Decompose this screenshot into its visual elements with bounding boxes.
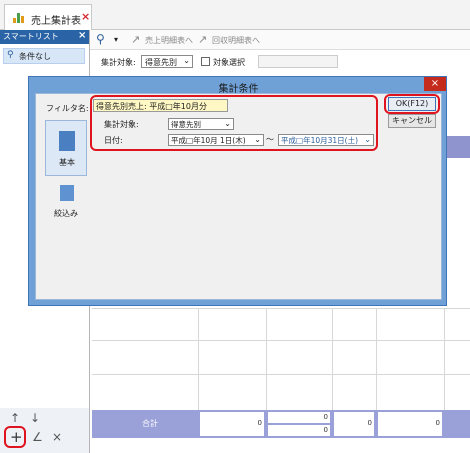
grid-line: [444, 308, 445, 410]
arrow-icon: ↗: [198, 33, 208, 46]
close-icon[interactable]: ×: [424, 77, 446, 91]
document-icon: [59, 131, 75, 151]
tab-label: 売上集計表: [31, 16, 81, 27]
smart-list-title: スマートリスト: [3, 32, 59, 41]
target-select[interactable]: 得意先別 ⌄: [141, 55, 193, 68]
tab-filter-label: 絞込み: [54, 209, 78, 218]
close-icon[interactable]: ×: [78, 30, 86, 41]
smart-list-header: スマートリスト ×: [0, 30, 89, 44]
date-from-select[interactable]: 平成□年10月 1日(木) ⌄: [168, 134, 264, 146]
add-icon[interactable]: +: [10, 428, 23, 446]
move-down-icon[interactable]: ↓: [30, 411, 40, 425]
search-icon: ⚲: [7, 50, 14, 60]
date-separator: ～: [266, 135, 274, 144]
target-label: 集計対象:: [101, 58, 136, 67]
chart-icon: [13, 13, 25, 23]
grid-line: [332, 308, 333, 410]
aggregation-dialog: 集計条件 × フィルタ名: 基本 絞込み 得意先別売上: 平成□年10月分 集計…: [28, 76, 447, 306]
tab-filter[interactable]: 絞込み: [45, 180, 87, 224]
tab-basic-label: 基本: [59, 158, 75, 167]
total-value: 0: [268, 425, 330, 436]
target-select-value: 得意先別: [145, 58, 177, 67]
chevron-down-icon: ⌄: [364, 135, 371, 144]
dialog-target-select[interactable]: 得意先別 ⌄: [168, 118, 234, 130]
tab-basic[interactable]: 基本: [45, 120, 87, 176]
sales-detail-link[interactable]: 売上明細表へ: [145, 35, 193, 46]
filter-name-input[interactable]: 得意先別売上: 平成□年10月分: [93, 99, 228, 112]
dialog-body: フィルタ名: 基本 絞込み 得意先別売上: 平成□年10月分 集計対象: 得意先…: [35, 93, 442, 300]
move-up-icon[interactable]: ↑: [10, 411, 20, 425]
date-to-select[interactable]: 平成□年10月31日(土) ⌄: [278, 134, 374, 146]
grid-line: [92, 340, 470, 341]
chevron-down-icon: ⌄: [183, 56, 190, 65]
target-select-label: 対象選択: [213, 58, 245, 67]
total-value: 0: [268, 412, 330, 423]
collection-detail-link[interactable]: 回収明細表へ: [212, 35, 260, 46]
chevron-down-icon[interactable]: ▾: [114, 35, 118, 44]
total-label: 合計: [142, 419, 158, 428]
arrow-icon: ↗: [131, 33, 141, 46]
grid-line: [266, 308, 267, 410]
total-value: 0: [334, 412, 374, 436]
grid-line: [376, 308, 377, 410]
delete-icon[interactable]: ×: [52, 430, 62, 444]
ok-button[interactable]: OK(F12): [388, 97, 436, 111]
filter-name-label: フィルタ名:: [46, 104, 89, 113]
edit-icon[interactable]: ∠: [32, 430, 43, 444]
tab-sales-summary[interactable]: 売上集計表 ×: [4, 4, 92, 30]
target-checkbox[interactable]: [201, 57, 210, 66]
total-value: 0: [378, 412, 442, 436]
dialog-target-label: 集計対象:: [104, 120, 139, 129]
chevron-down-icon: ⌄: [254, 135, 261, 144]
smart-list-item[interactable]: ⚲ 条件なし: [3, 48, 85, 64]
search-icon[interactable]: ⚲: [96, 32, 105, 46]
grid-line: [198, 308, 199, 410]
total-value: 0: [200, 412, 264, 436]
filter-icon: [60, 185, 74, 201]
target-select-field[interactable]: [258, 55, 338, 68]
grid-line: [92, 374, 470, 375]
chevron-down-icon: ⌄: [224, 119, 231, 128]
smart-list-item-label: 条件なし: [19, 52, 51, 61]
close-icon[interactable]: ×: [81, 10, 90, 23]
date-label: 日付:: [104, 136, 123, 145]
dialog-target-value: 得意先別: [171, 120, 201, 129]
date-to-value: 平成□年10月31日(土): [281, 136, 359, 145]
date-from-value: 平成□年10月 1日(木): [171, 136, 246, 145]
cancel-button[interactable]: キャンセル: [388, 114, 436, 128]
grid-line: [92, 308, 470, 309]
